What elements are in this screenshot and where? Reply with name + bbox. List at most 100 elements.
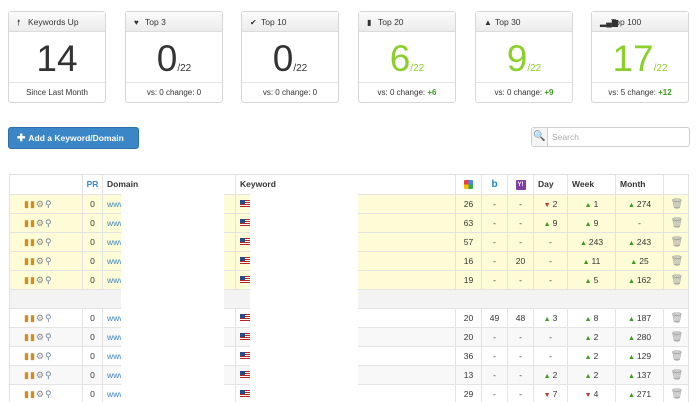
gear-icon[interactable]: ⚙ (36, 351, 45, 361)
card-value: 0/22 (242, 40, 338, 87)
header-day[interactable]: Day (533, 175, 567, 194)
us-flag-icon (240, 371, 250, 379)
card-footer-text: vs: 0 change: 0 (262, 88, 318, 97)
card-value-number: 0 (156, 38, 178, 79)
cell-month: ▲ 137 (615, 366, 663, 384)
gear-icon[interactable]: ⚙ (36, 256, 45, 266)
gear-icon[interactable]: ⚙ (36, 389, 45, 399)
card-footer-text: vs: 5 change: (608, 88, 659, 97)
bar-chart-icon[interactable]: ▮▮ (24, 370, 36, 380)
card-top-3: ♥ Top 3 0/22 vs: 0 change: 0 (125, 11, 223, 103)
arrow-up-icon: 🠕 (17, 18, 21, 27)
bar-chart-icon[interactable]: ▮▮ (24, 351, 36, 361)
magnifier-icon[interactable]: ⚲ (45, 332, 53, 342)
cell-google: 29 (455, 385, 481, 402)
cell-day: - (533, 271, 567, 289)
magnifier-icon[interactable]: ⚲ (45, 275, 53, 285)
bar-chart-icon[interactable]: ▮▮ (24, 389, 36, 399)
card-change: +6 (427, 88, 437, 97)
trash-icon[interactable]: 🗑 (671, 237, 684, 248)
header-domain[interactable]: Domain (102, 175, 235, 194)
magnifier-icon[interactable]: ⚲ (45, 389, 53, 399)
week-value: 9 (593, 218, 599, 228)
search-box[interactable]: 🔍 (531, 127, 690, 147)
add-keyword-domain-button[interactable]: ✚ Add a Keyword/Domain (8, 127, 139, 149)
search-icon: 🔍 (532, 128, 548, 146)
header-bing[interactable]: b (481, 175, 507, 194)
header-month[interactable]: Month (615, 175, 663, 194)
day-value: 7 (552, 389, 558, 399)
magnifier-icon[interactable]: ⚲ (45, 313, 53, 323)
bar-chart-icon[interactable]: ▮▮ (24, 237, 36, 247)
cell-yahoo: - (507, 385, 533, 402)
cell-yahoo: 20 (507, 252, 533, 270)
us-flag-icon (240, 352, 250, 360)
header-pr[interactable]: PR (82, 175, 102, 194)
rank-up-icon: ▲ (584, 316, 592, 323)
magnifier-icon[interactable]: ⚲ (45, 237, 53, 247)
magnifier-icon[interactable]: ⚲ (45, 199, 53, 209)
trash-icon[interactable]: 🗑 (671, 313, 684, 324)
magnifier-icon[interactable]: ⚲ (45, 218, 53, 228)
gear-icon[interactable]: ⚙ (36, 199, 45, 209)
trash-icon[interactable]: 🗑 (671, 389, 684, 400)
bar-chart-icon[interactable]: ▮▮ (24, 313, 36, 323)
cell-month: ▲ 274 (615, 195, 663, 213)
bar-chart-icon[interactable]: ▮▮ (24, 218, 36, 228)
bar-chart-icon[interactable]: ▮▮ (24, 332, 36, 342)
cell-month: ▲ 187 (615, 309, 663, 327)
header-week[interactable]: Week (567, 175, 615, 194)
header-keyword[interactable]: Keyword (235, 175, 455, 194)
cell-google: 20 (455, 328, 481, 346)
day-value: - (549, 351, 552, 361)
card-value-number: 6 (389, 38, 411, 79)
cell-month: ▲ 271 (615, 385, 663, 402)
search-input[interactable] (552, 130, 682, 144)
card-value-number: 14 (36, 38, 78, 79)
cell-pr: 0 (82, 309, 102, 327)
header-google[interactable] (455, 175, 481, 194)
trash-icon[interactable]: 🗑 (671, 370, 684, 381)
cell-day: ▲ 9 (533, 214, 567, 232)
gear-icon[interactable]: ⚙ (36, 237, 45, 247)
gear-icon[interactable]: ⚙ (36, 332, 45, 342)
card-footer-text: vs: 0 change: 0 (146, 88, 202, 97)
cell-delete: 🗑 (663, 214, 688, 232)
redaction-keyword (250, 194, 358, 402)
magnifier-icon[interactable]: ⚲ (45, 351, 53, 361)
trash-icon[interactable]: 🗑 (671, 351, 684, 362)
cell-google: 16 (455, 252, 481, 270)
bar-chart-icon[interactable]: ▮▮ (24, 256, 36, 266)
bar-chart-icon[interactable]: ▮▮ (24, 275, 36, 285)
trash-icon[interactable]: 🗑 (671, 218, 684, 229)
rank-up-icon: ▲ (584, 335, 592, 342)
cell-delete: 🗑 (663, 195, 688, 213)
cell-delete: 🗑 (663, 385, 688, 402)
plus-icon: ✚ (17, 133, 26, 144)
gear-icon[interactable]: ⚙ (36, 313, 45, 323)
magnifier-icon[interactable]: ⚲ (45, 256, 53, 266)
row-tools: ▮▮⚙⚲ (10, 214, 82, 232)
cell-yahoo: - (507, 214, 533, 232)
day-value: 2 (552, 199, 558, 209)
week-value: 243 (588, 237, 604, 247)
card-value: 17/22 (592, 40, 688, 87)
gear-icon[interactable]: ⚙ (36, 370, 45, 380)
trash-icon[interactable]: 🗑 (671, 256, 684, 267)
header-tools (10, 175, 82, 194)
month-value: 25 (639, 256, 649, 266)
magnifier-icon[interactable]: ⚲ (45, 370, 53, 380)
header-yahoo[interactable]: Y! (507, 175, 533, 194)
cell-month: ▲ 25 (615, 252, 663, 270)
trash-icon[interactable]: 🗑 (671, 199, 684, 210)
gear-icon[interactable]: ⚙ (36, 218, 45, 228)
card-footer: vs: 0 change: +9 (476, 82, 572, 102)
gear-icon[interactable]: ⚙ (36, 275, 45, 285)
week-value: 5 (593, 275, 599, 285)
week-value: 2 (593, 332, 599, 342)
cell-week: ▲ 2 (567, 347, 615, 365)
trash-icon[interactable]: 🗑 (671, 332, 684, 343)
bar-chart-icon[interactable]: ▮▮ (24, 199, 36, 209)
trash-icon[interactable]: 🗑 (671, 275, 684, 286)
day-value: - (549, 256, 552, 266)
